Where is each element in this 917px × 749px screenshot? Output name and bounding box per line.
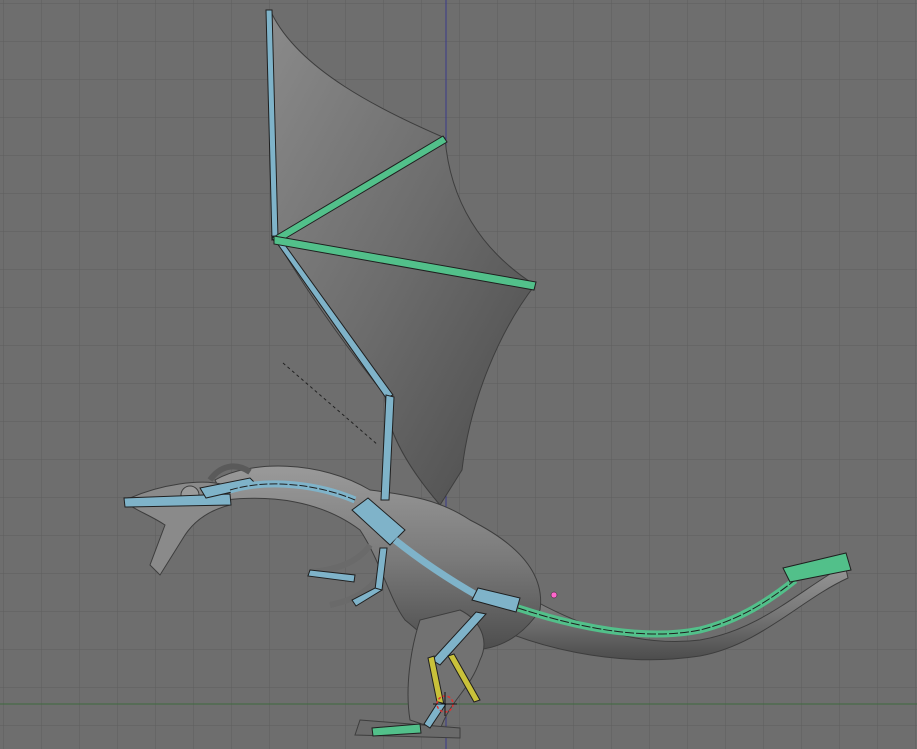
light-marker[interactable] — [550, 591, 558, 599]
3d-viewport[interactable] — [0, 0, 917, 749]
viewport-canvas[interactable] — [0, 0, 917, 749]
